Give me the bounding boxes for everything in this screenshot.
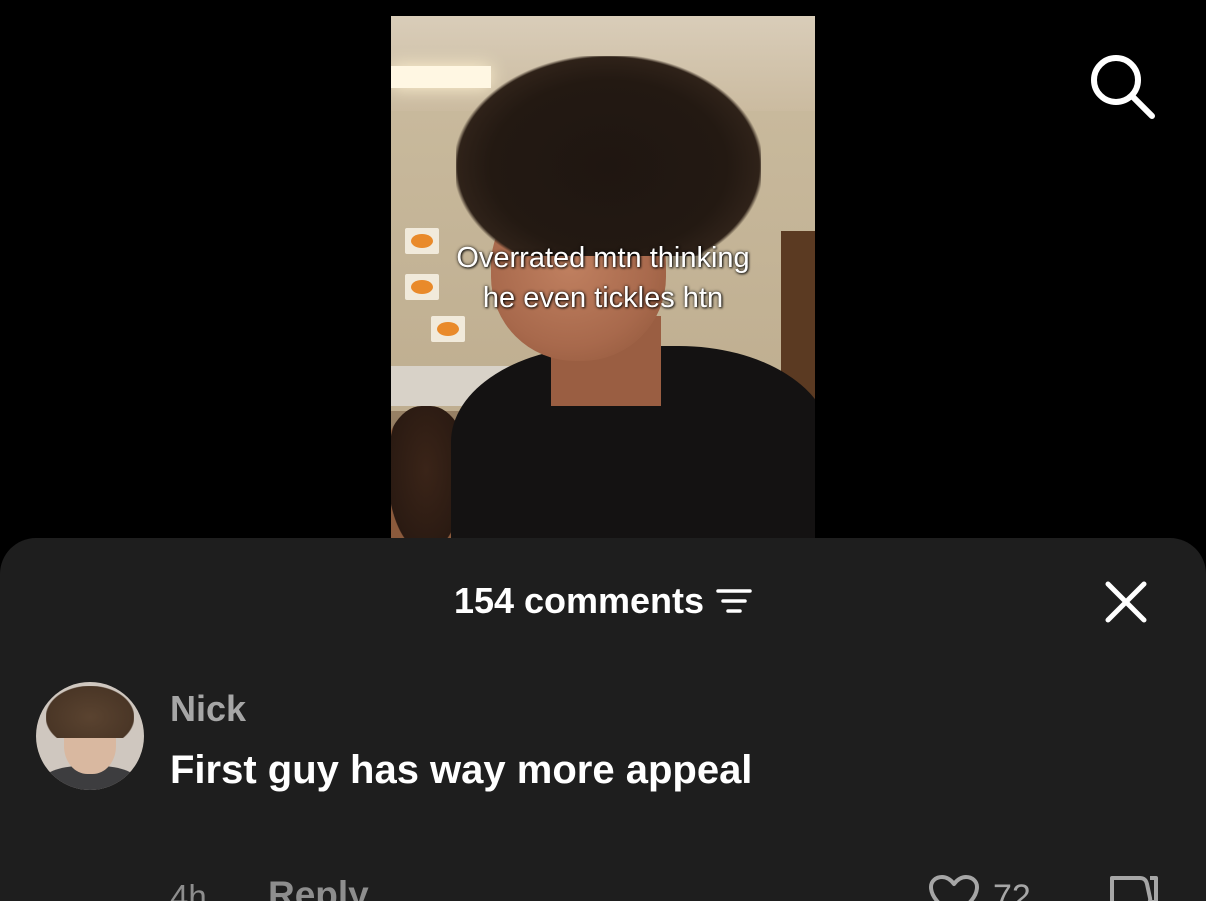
video-person-hair	[456, 56, 761, 256]
comments-header: 154 comments	[0, 576, 1206, 626]
comments-sheet: 154 comments Nick First guy has way more…	[0, 538, 1206, 901]
comment-username[interactable]: Nick	[170, 688, 246, 730]
video-caption-line: Overrated mtn thinking	[456, 242, 750, 274]
video-thumbnail[interactable]: Overrated mtn thinking he even tickles h…	[391, 16, 815, 556]
search-icon	[1091, 55, 1155, 119]
avatar[interactable]	[36, 682, 144, 790]
heart-outline-icon	[929, 875, 979, 901]
comment-text: First guy has way more appeal	[170, 748, 753, 792]
video-caption-overlay: Overrated mtn thinking he even tickles h…	[391, 238, 815, 318]
filter-icon[interactable]	[716, 586, 752, 616]
search-button[interactable]	[1086, 50, 1158, 122]
close-icon	[1105, 581, 1147, 623]
comment-count: 154 comments	[453, 580, 705, 621]
close-button[interactable]	[1104, 580, 1148, 624]
like-count: 72	[993, 878, 1031, 901]
video-wall-poster	[431, 316, 465, 342]
dislike-button[interactable]	[1106, 872, 1160, 901]
comment-timestamp: 4h	[170, 878, 207, 901]
comment-item: Nick First guy has way more appeal 4h Re…	[0, 678, 1206, 901]
thumbs-down-icon	[1110, 876, 1158, 901]
reply-button[interactable]: Reply	[268, 874, 369, 901]
avatar-hair	[46, 686, 134, 738]
app-screen: Overrated mtn thinking he even tickles h…	[0, 0, 1206, 901]
like-button[interactable]	[928, 874, 980, 901]
video-caption-line: he even tickles htn	[482, 282, 724, 314]
